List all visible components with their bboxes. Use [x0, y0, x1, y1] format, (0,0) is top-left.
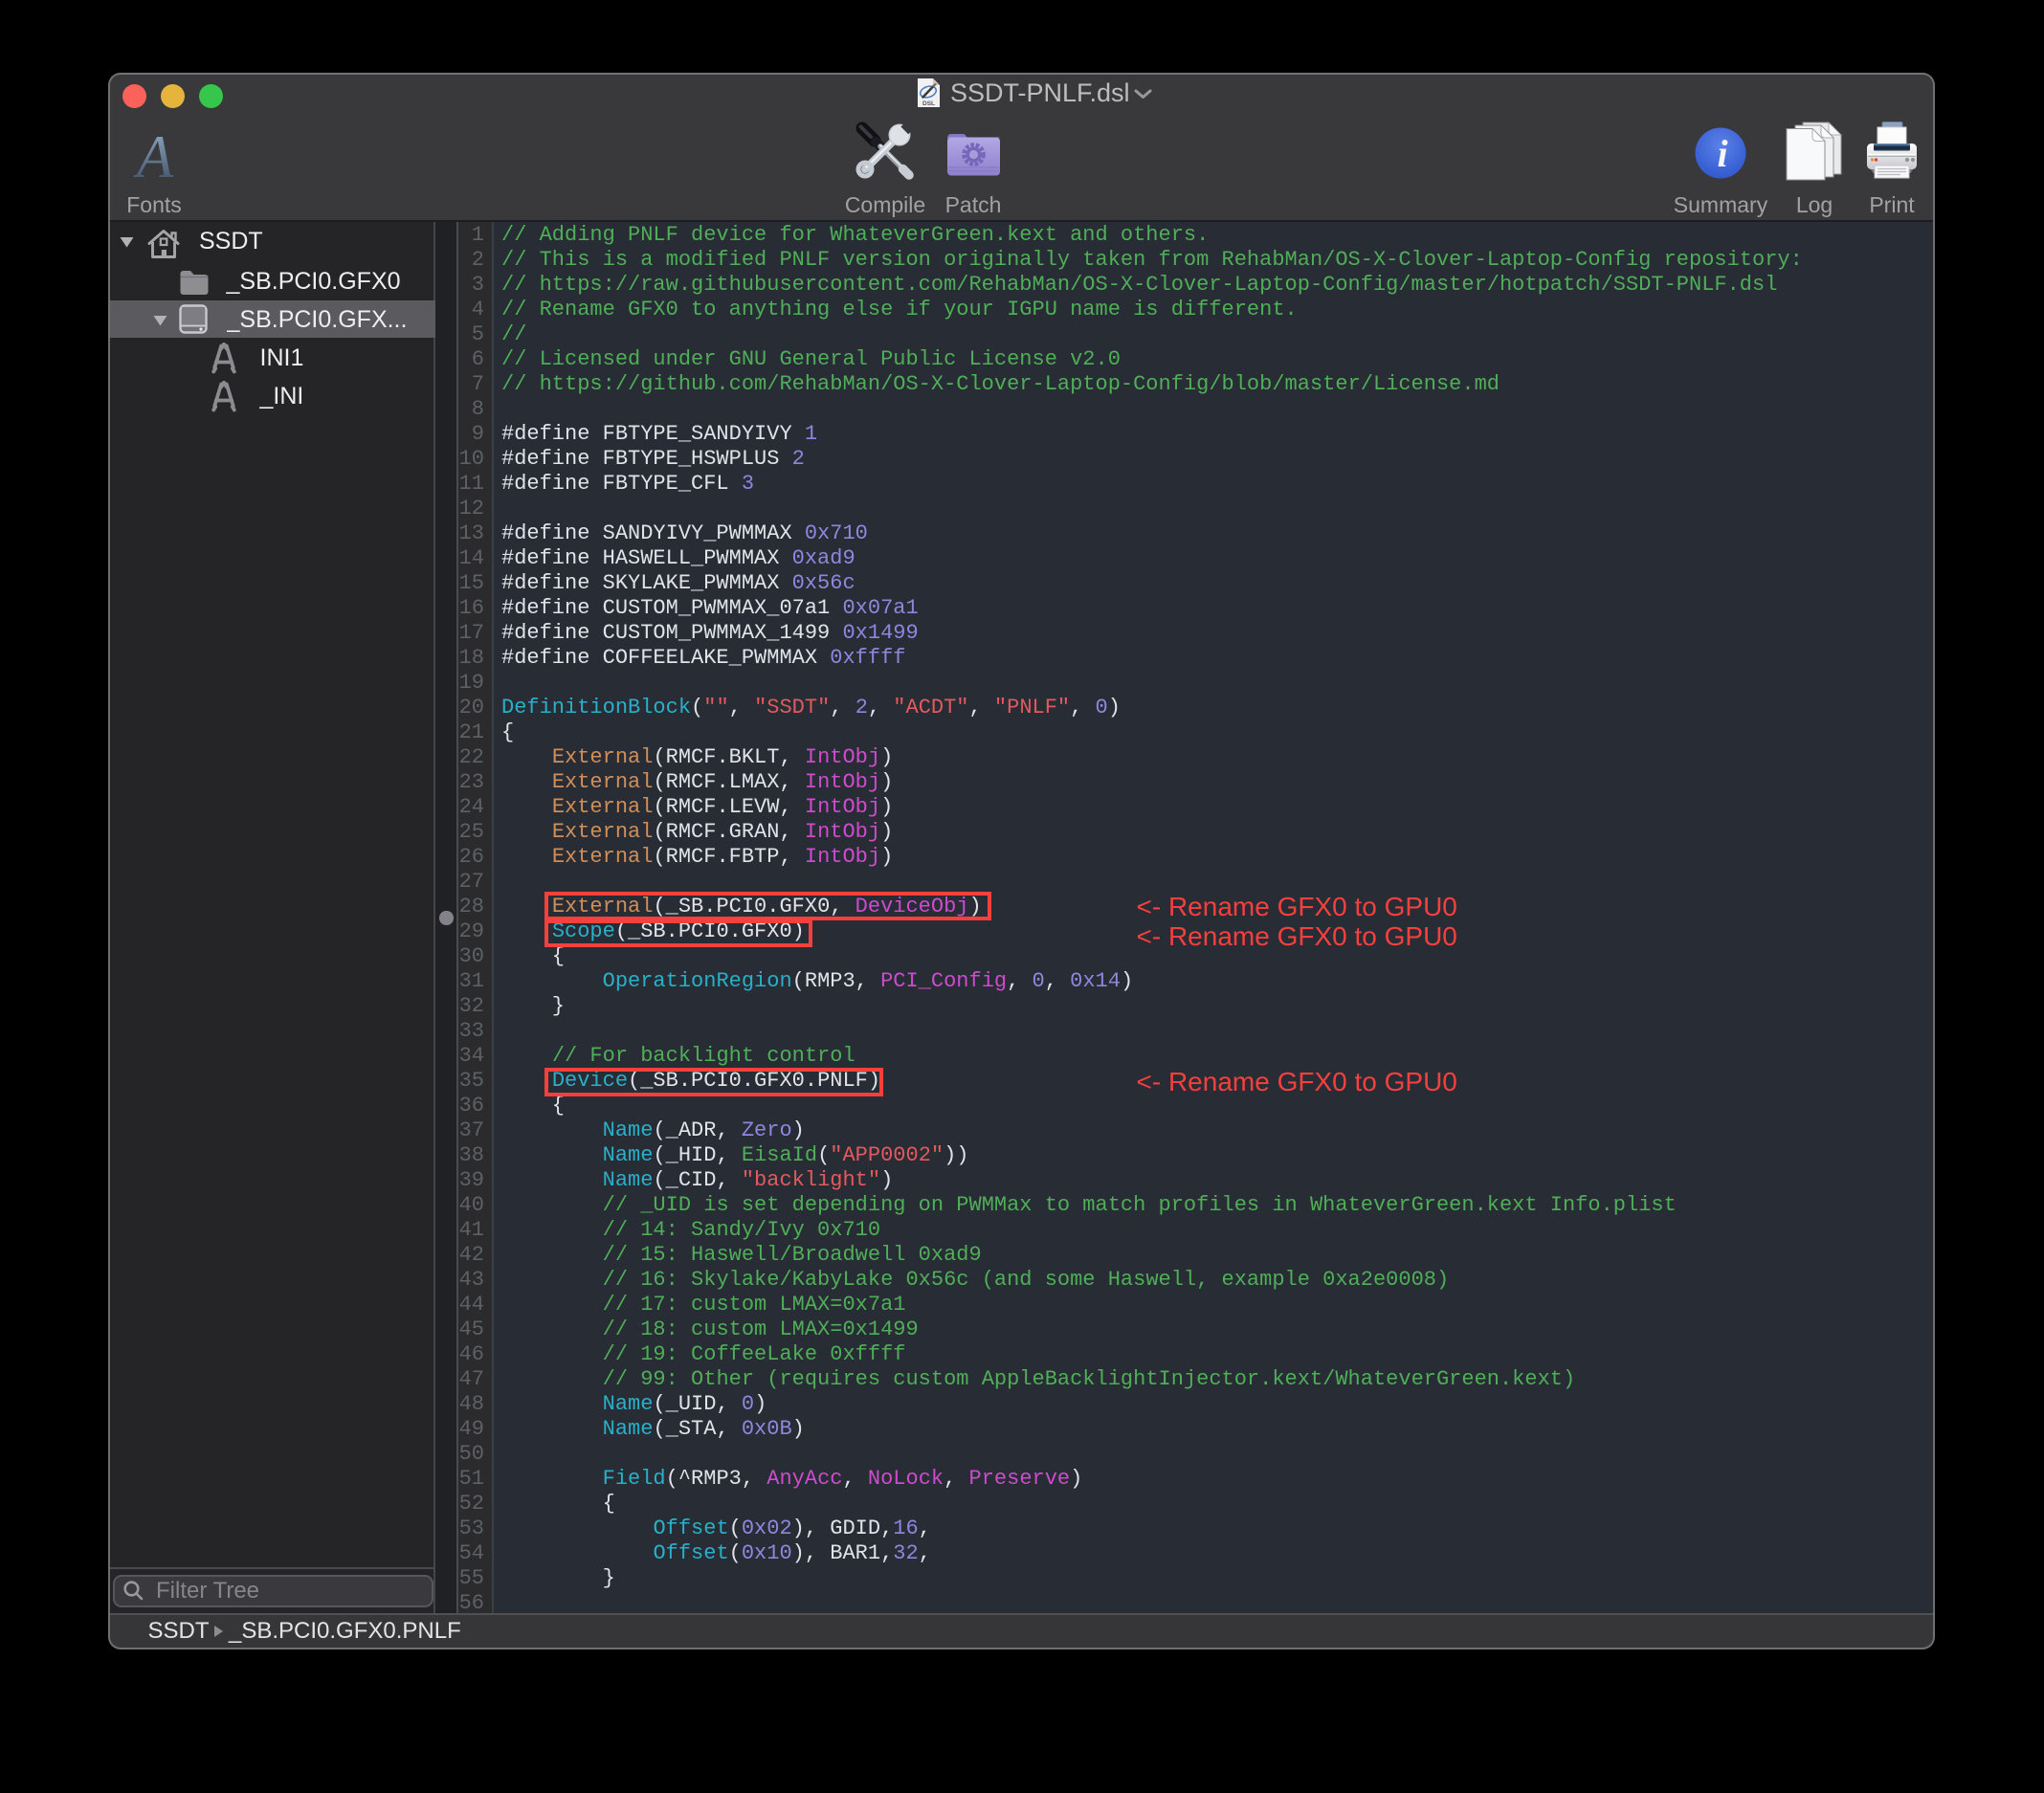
svg-text:DSL: DSL [922, 100, 935, 107]
svg-text:i: i [1717, 132, 1727, 175]
